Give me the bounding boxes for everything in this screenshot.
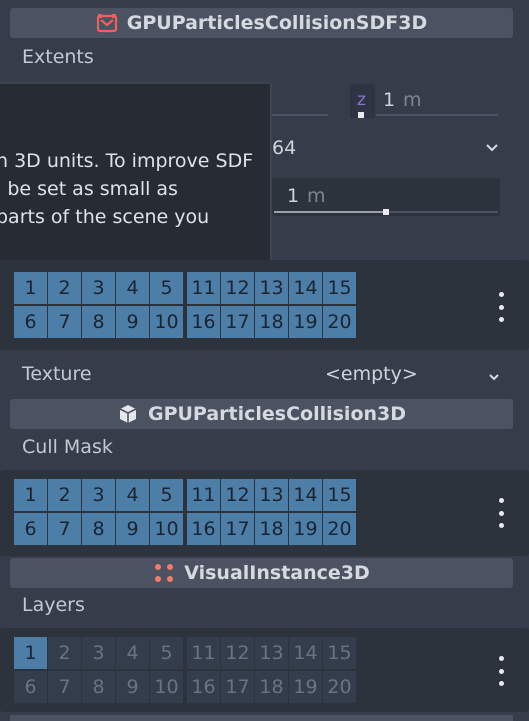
layer-cell-20[interactable]: 20 [323, 306, 356, 338]
thickness-slider[interactable]: 1 m [272, 178, 500, 216]
section-header-visual[interactable]: VisualInstance3D [10, 558, 513, 588]
bake-mask-menu-icon[interactable] [498, 292, 504, 322]
layer-cell-13[interactable]: 13 [255, 637, 288, 669]
layer-cell-3[interactable]: 3 [82, 637, 115, 669]
texture-picker[interactable]: <empty> [320, 360, 510, 392]
texture-value: <empty> [325, 363, 418, 385]
tooltip-line-1: n 3D units. To improve SDF [0, 150, 254, 172]
tooltip-line-2: l be set as small as [0, 178, 178, 200]
layer-cell-16[interactable]: 16 [187, 306, 220, 338]
chevron-down-icon [488, 368, 500, 387]
layer-cell-18[interactable]: 18 [255, 513, 288, 545]
layer-cell-5[interactable]: 5 [150, 479, 183, 511]
chevron-down-icon [485, 140, 499, 159]
layer-cell-8[interactable]: 8 [82, 671, 115, 703]
z-value: 1 [383, 89, 396, 111]
section-title: GPUParticlesCollisionSDF3D [126, 12, 428, 34]
thickness-unit: m [307, 185, 326, 207]
thickness-value: 1 [287, 185, 300, 207]
layer-cell-14[interactable]: 14 [289, 272, 322, 304]
layer-cell-12[interactable]: 12 [221, 272, 254, 304]
layer-cell-3[interactable]: 3 [82, 272, 115, 304]
layer-cell-1[interactable]: 1 [14, 479, 47, 511]
layer-cell-15[interactable]: 15 [323, 272, 356, 304]
layer-cell-13[interactable]: 13 [255, 479, 288, 511]
layer-cell-10[interactable]: 10 [150, 513, 183, 545]
layer-cell-17[interactable]: 17 [221, 306, 254, 338]
resolution-value: 64 [272, 137, 297, 159]
layer-cell-17[interactable]: 17 [221, 513, 254, 545]
layer-cell-4[interactable]: 4 [116, 479, 149, 511]
layer-cell-11[interactable]: 11 [187, 479, 220, 511]
layer-cell-10[interactable]: 10 [150, 306, 183, 338]
layers-menu-icon[interactable] [498, 656, 504, 686]
layer-cell-7[interactable]: 7 [48, 671, 81, 703]
layer-cell-12[interactable]: 12 [221, 637, 254, 669]
extents-label: Extents [22, 46, 94, 68]
layer-cell-1[interactable]: 1 [14, 637, 47, 669]
layers-label: Layers [22, 594, 85, 616]
layer-cell-5[interactable]: 5 [150, 272, 183, 304]
layer-cell-8[interactable]: 8 [82, 306, 115, 338]
layer-cell-18[interactable]: 18 [255, 671, 288, 703]
layer-cell-17[interactable]: 17 [221, 671, 254, 703]
tooltip-line-3: parts of the scene you [0, 206, 210, 228]
layer-cell-7[interactable]: 7 [48, 513, 81, 545]
texture-label: Texture [22, 363, 92, 385]
layer-cell-18[interactable]: 18 [255, 306, 288, 338]
layer-cell-15[interactable]: 15 [323, 637, 356, 669]
cube-icon [117, 403, 139, 425]
layer-cell-4[interactable]: 4 [116, 272, 149, 304]
layer-cell-8[interactable]: 8 [82, 513, 115, 545]
section-header-collision[interactable]: GPUParticlesCollision3D [10, 399, 513, 429]
layer-cell-10[interactable]: 10 [150, 671, 183, 703]
layer-cell-2[interactable]: 2 [48, 272, 81, 304]
layer-cell-4[interactable]: 4 [116, 637, 149, 669]
layer-cell-12[interactable]: 12 [221, 479, 254, 511]
next-section-header [10, 715, 513, 721]
z-axis-label: z [357, 90, 366, 110]
property-tooltip: n 3D units. To improve SDF l be set as s… [0, 82, 272, 266]
cull-mask-label: Cull Mask [22, 436, 113, 458]
layer-cell-7[interactable]: 7 [48, 306, 81, 338]
z-unit: m [403, 89, 422, 111]
layer-cell-2[interactable]: 2 [48, 479, 81, 511]
layer-cell-3[interactable]: 3 [82, 479, 115, 511]
layer-cell-11[interactable]: 11 [187, 272, 220, 304]
layer-cell-15[interactable]: 15 [323, 479, 356, 511]
layer-cell-19[interactable]: 19 [289, 671, 322, 703]
layer-cell-20[interactable]: 20 [323, 513, 356, 545]
layer-cell-16[interactable]: 16 [187, 513, 220, 545]
layer-cell-6[interactable]: 6 [14, 306, 47, 338]
layer-cell-13[interactable]: 13 [255, 272, 288, 304]
layer-cell-20[interactable]: 20 [323, 671, 356, 703]
layer-cell-9[interactable]: 9 [116, 306, 149, 338]
layer-cell-6[interactable]: 6 [14, 671, 47, 703]
layer-cell-14[interactable]: 14 [289, 637, 322, 669]
section-header-sdf[interactable]: GPUParticlesCollisionSDF3D [10, 8, 513, 38]
resolution-dropdown[interactable]: 64 [272, 130, 513, 170]
layer-cell-5[interactable]: 5 [150, 637, 183, 669]
layer-cell-1[interactable]: 1 [14, 272, 47, 304]
layer-cell-11[interactable]: 11 [187, 637, 220, 669]
layer-cell-6[interactable]: 6 [14, 513, 47, 545]
layer-cell-9[interactable]: 9 [116, 671, 149, 703]
cull-mask-menu-icon[interactable] [498, 498, 504, 528]
collision-sdf-icon [96, 13, 118, 33]
section-title: GPUParticlesCollision3D [147, 403, 407, 425]
layer-cell-16[interactable]: 16 [187, 671, 220, 703]
extents-y-field[interactable] [272, 84, 328, 118]
layer-cell-9[interactable]: 9 [116, 513, 149, 545]
layer-cell-19[interactable]: 19 [289, 513, 322, 545]
extents-z-field[interactable]: z 1 m [350, 84, 500, 118]
layer-cell-19[interactable]: 19 [289, 306, 322, 338]
layer-cell-14[interactable]: 14 [289, 479, 322, 511]
layer-cell-2[interactable]: 2 [48, 637, 81, 669]
section-title: VisualInstance3D [184, 562, 370, 584]
visual-instance-icon [153, 562, 175, 584]
